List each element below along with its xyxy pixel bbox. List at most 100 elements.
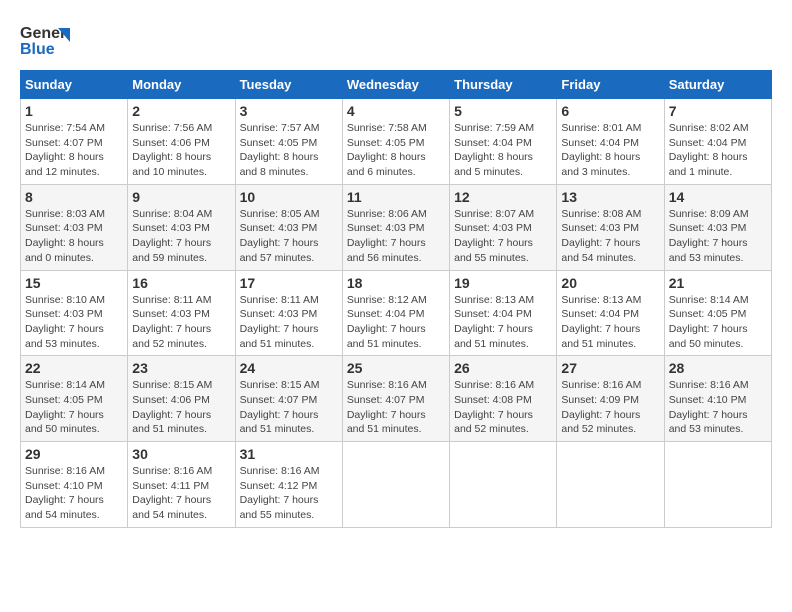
empty-cell xyxy=(342,442,449,528)
day-detail: Sunrise: 8:16 AMSunset: 4:09 PMDaylight:… xyxy=(561,379,641,435)
day-number: 21 xyxy=(669,275,767,291)
col-header-wednesday: Wednesday xyxy=(342,71,449,99)
day-detail: Sunrise: 7:57 AMSunset: 4:05 PMDaylight:… xyxy=(240,122,320,178)
day-detail: Sunrise: 8:16 AMSunset: 4:07 PMDaylight:… xyxy=(347,379,427,435)
col-header-monday: Monday xyxy=(128,71,235,99)
week-row-4: 22 Sunrise: 8:14 AMSunset: 4:05 PMDaylig… xyxy=(21,356,772,442)
day-cell-25: 25 Sunrise: 8:16 AMSunset: 4:07 PMDaylig… xyxy=(342,356,449,442)
logo-icon: General Blue xyxy=(20,20,70,62)
day-detail: Sunrise: 8:04 AMSunset: 4:03 PMDaylight:… xyxy=(132,208,212,264)
day-cell-15: 15 Sunrise: 8:10 AMSunset: 4:03 PMDaylig… xyxy=(21,270,128,356)
day-number: 22 xyxy=(25,360,123,376)
day-cell-7: 7 Sunrise: 8:02 AMSunset: 4:04 PMDayligh… xyxy=(664,99,771,185)
day-detail: Sunrise: 8:16 AMSunset: 4:12 PMDaylight:… xyxy=(240,465,320,521)
day-number: 16 xyxy=(132,275,230,291)
week-row-5: 29 Sunrise: 8:16 AMSunset: 4:10 PMDaylig… xyxy=(21,442,772,528)
day-detail: Sunrise: 8:03 AMSunset: 4:03 PMDaylight:… xyxy=(25,208,105,264)
day-cell-26: 26 Sunrise: 8:16 AMSunset: 4:08 PMDaylig… xyxy=(450,356,557,442)
day-number: 5 xyxy=(454,103,552,119)
calendar-body: 1 Sunrise: 7:54 AMSunset: 4:07 PMDayligh… xyxy=(21,99,772,528)
day-cell-18: 18 Sunrise: 8:12 AMSunset: 4:04 PMDaylig… xyxy=(342,270,449,356)
day-number: 15 xyxy=(25,275,123,291)
day-detail: Sunrise: 8:10 AMSunset: 4:03 PMDaylight:… xyxy=(25,294,105,350)
day-cell-24: 24 Sunrise: 8:15 AMSunset: 4:07 PMDaylig… xyxy=(235,356,342,442)
day-detail: Sunrise: 8:02 AMSunset: 4:04 PMDaylight:… xyxy=(669,122,749,178)
calendar-header-row: SundayMondayTuesdayWednesdayThursdayFrid… xyxy=(21,71,772,99)
day-detail: Sunrise: 8:16 AMSunset: 4:11 PMDaylight:… xyxy=(132,465,212,521)
day-cell-8: 8 Sunrise: 8:03 AMSunset: 4:03 PMDayligh… xyxy=(21,184,128,270)
day-cell-17: 17 Sunrise: 8:11 AMSunset: 4:03 PMDaylig… xyxy=(235,270,342,356)
day-cell-3: 3 Sunrise: 7:57 AMSunset: 4:05 PMDayligh… xyxy=(235,99,342,185)
week-row-3: 15 Sunrise: 8:10 AMSunset: 4:03 PMDaylig… xyxy=(21,270,772,356)
col-header-thursday: Thursday xyxy=(450,71,557,99)
day-cell-27: 27 Sunrise: 8:16 AMSunset: 4:09 PMDaylig… xyxy=(557,356,664,442)
week-row-2: 8 Sunrise: 8:03 AMSunset: 4:03 PMDayligh… xyxy=(21,184,772,270)
day-detail: Sunrise: 8:13 AMSunset: 4:04 PMDaylight:… xyxy=(454,294,534,350)
day-cell-13: 13 Sunrise: 8:08 AMSunset: 4:03 PMDaylig… xyxy=(557,184,664,270)
day-number: 31 xyxy=(240,446,338,462)
day-number: 10 xyxy=(240,189,338,205)
day-number: 28 xyxy=(669,360,767,376)
day-number: 12 xyxy=(454,189,552,205)
day-detail: Sunrise: 7:58 AMSunset: 4:05 PMDaylight:… xyxy=(347,122,427,178)
header: General Blue xyxy=(20,20,772,62)
day-detail: Sunrise: 8:16 AMSunset: 4:10 PMDaylight:… xyxy=(25,465,105,521)
day-detail: Sunrise: 8:13 AMSunset: 4:04 PMDaylight:… xyxy=(561,294,641,350)
day-detail: Sunrise: 8:14 AMSunset: 4:05 PMDaylight:… xyxy=(669,294,749,350)
day-cell-12: 12 Sunrise: 8:07 AMSunset: 4:03 PMDaylig… xyxy=(450,184,557,270)
day-detail: Sunrise: 8:08 AMSunset: 4:03 PMDaylight:… xyxy=(561,208,641,264)
day-cell-4: 4 Sunrise: 7:58 AMSunset: 4:05 PMDayligh… xyxy=(342,99,449,185)
logo: General Blue xyxy=(20,20,70,62)
col-header-sunday: Sunday xyxy=(21,71,128,99)
day-cell-9: 9 Sunrise: 8:04 AMSunset: 4:03 PMDayligh… xyxy=(128,184,235,270)
day-number: 18 xyxy=(347,275,445,291)
day-number: 24 xyxy=(240,360,338,376)
day-number: 14 xyxy=(669,189,767,205)
empty-cell xyxy=(664,442,771,528)
day-cell-23: 23 Sunrise: 8:15 AMSunset: 4:06 PMDaylig… xyxy=(128,356,235,442)
day-number: 4 xyxy=(347,103,445,119)
col-header-friday: Friday xyxy=(557,71,664,99)
day-cell-30: 30 Sunrise: 8:16 AMSunset: 4:11 PMDaylig… xyxy=(128,442,235,528)
day-cell-11: 11 Sunrise: 8:06 AMSunset: 4:03 PMDaylig… xyxy=(342,184,449,270)
day-detail: Sunrise: 8:05 AMSunset: 4:03 PMDaylight:… xyxy=(240,208,320,264)
day-cell-31: 31 Sunrise: 8:16 AMSunset: 4:12 PMDaylig… xyxy=(235,442,342,528)
day-detail: Sunrise: 7:59 AMSunset: 4:04 PMDaylight:… xyxy=(454,122,534,178)
day-cell-16: 16 Sunrise: 8:11 AMSunset: 4:03 PMDaylig… xyxy=(128,270,235,356)
calendar-table: SundayMondayTuesdayWednesdayThursdayFrid… xyxy=(20,70,772,528)
col-header-tuesday: Tuesday xyxy=(235,71,342,99)
day-cell-22: 22 Sunrise: 8:14 AMSunset: 4:05 PMDaylig… xyxy=(21,356,128,442)
day-cell-6: 6 Sunrise: 8:01 AMSunset: 4:04 PMDayligh… xyxy=(557,99,664,185)
day-cell-1: 1 Sunrise: 7:54 AMSunset: 4:07 PMDayligh… xyxy=(21,99,128,185)
day-number: 1 xyxy=(25,103,123,119)
day-number: 6 xyxy=(561,103,659,119)
day-number: 26 xyxy=(454,360,552,376)
day-cell-5: 5 Sunrise: 7:59 AMSunset: 4:04 PMDayligh… xyxy=(450,99,557,185)
empty-cell xyxy=(557,442,664,528)
day-cell-14: 14 Sunrise: 8:09 AMSunset: 4:03 PMDaylig… xyxy=(664,184,771,270)
day-number: 13 xyxy=(561,189,659,205)
col-header-saturday: Saturday xyxy=(664,71,771,99)
svg-text:General: General xyxy=(20,25,70,42)
day-number: 27 xyxy=(561,360,659,376)
day-number: 2 xyxy=(132,103,230,119)
day-number: 29 xyxy=(25,446,123,462)
day-detail: Sunrise: 8:11 AMSunset: 4:03 PMDaylight:… xyxy=(132,294,211,350)
day-number: 7 xyxy=(669,103,767,119)
day-detail: Sunrise: 8:16 AMSunset: 4:10 PMDaylight:… xyxy=(669,379,749,435)
day-cell-29: 29 Sunrise: 8:16 AMSunset: 4:10 PMDaylig… xyxy=(21,442,128,528)
day-cell-28: 28 Sunrise: 8:16 AMSunset: 4:10 PMDaylig… xyxy=(664,356,771,442)
day-number: 30 xyxy=(132,446,230,462)
day-detail: Sunrise: 8:14 AMSunset: 4:05 PMDaylight:… xyxy=(25,379,105,435)
day-cell-19: 19 Sunrise: 8:13 AMSunset: 4:04 PMDaylig… xyxy=(450,270,557,356)
day-cell-20: 20 Sunrise: 8:13 AMSunset: 4:04 PMDaylig… xyxy=(557,270,664,356)
day-detail: Sunrise: 8:15 AMSunset: 4:07 PMDaylight:… xyxy=(240,379,320,435)
day-cell-2: 2 Sunrise: 7:56 AMSunset: 4:06 PMDayligh… xyxy=(128,99,235,185)
day-detail: Sunrise: 8:09 AMSunset: 4:03 PMDaylight:… xyxy=(669,208,749,264)
svg-text:Blue: Blue xyxy=(20,41,55,58)
day-detail: Sunrise: 8:07 AMSunset: 4:03 PMDaylight:… xyxy=(454,208,534,264)
day-detail: Sunrise: 8:11 AMSunset: 4:03 PMDaylight:… xyxy=(240,294,319,350)
day-detail: Sunrise: 7:54 AMSunset: 4:07 PMDaylight:… xyxy=(25,122,105,178)
day-detail: Sunrise: 8:12 AMSunset: 4:04 PMDaylight:… xyxy=(347,294,427,350)
day-detail: Sunrise: 7:56 AMSunset: 4:06 PMDaylight:… xyxy=(132,122,212,178)
